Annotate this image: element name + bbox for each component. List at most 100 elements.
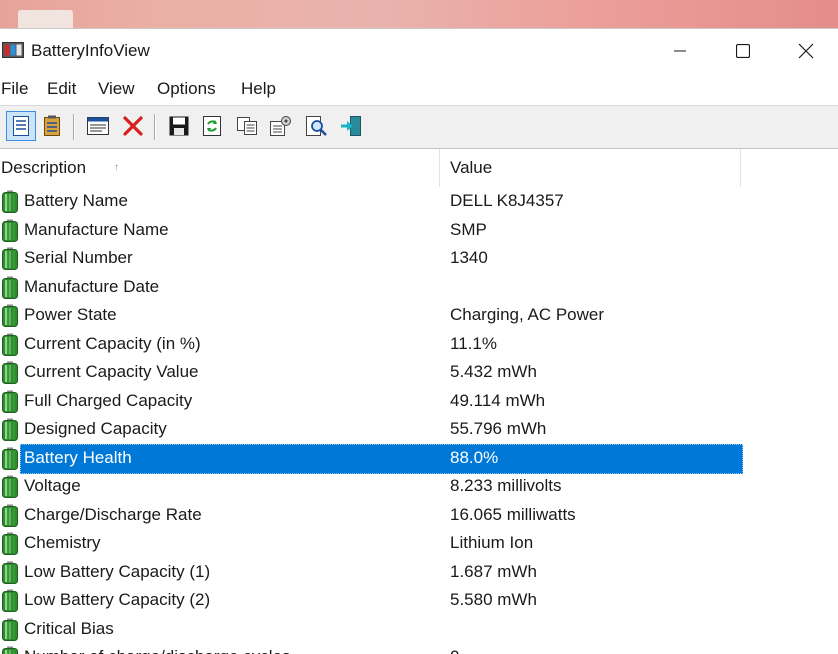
find-button[interactable] bbox=[302, 111, 332, 141]
table-row[interactable]: Power State Charging, AC Power bbox=[0, 301, 838, 330]
battery-info-list[interactable]: Description ↑ Value Battery Name DELL K8J… bbox=[0, 149, 838, 654]
copy-icon bbox=[237, 117, 257, 135]
html-report-button[interactable] bbox=[83, 111, 113, 141]
table-row[interactable]: Charge/Discharge Rate 16.065 milliwatts bbox=[0, 501, 838, 530]
battery-icon bbox=[2, 361, 18, 384]
row-description: Battery Health bbox=[24, 447, 132, 467]
row-description: Critical Bias bbox=[24, 618, 114, 638]
column-header-description-label: Description bbox=[1, 158, 87, 177]
battery-icon bbox=[2, 190, 18, 213]
delete-button[interactable] bbox=[118, 111, 148, 141]
row-description: Serial Number bbox=[24, 248, 133, 267]
row-value: Lithium Ion bbox=[450, 533, 534, 552]
menu-file[interactable]: File bbox=[1, 78, 28, 100]
row-value: 16.065 milliwatts bbox=[450, 504, 576, 524]
exit-icon bbox=[341, 116, 361, 136]
list-rows: Battery Name DELL K8J4357 Manufacture Name… bbox=[0, 187, 838, 654]
title-bar[interactable]: BatteryInfoView bbox=[0, 29, 838, 73]
battery-icon bbox=[2, 532, 18, 555]
table-row[interactable]: Low Battery Capacity (1) 1.687 mWh bbox=[0, 558, 838, 587]
battery-icon bbox=[2, 589, 18, 612]
battery-icon bbox=[2, 333, 18, 356]
row-value: 55.796 mWh bbox=[450, 419, 547, 438]
table-row[interactable]: Battery Name DELL K8J4357 bbox=[0, 187, 838, 216]
column-header-value-label: Value bbox=[450, 158, 493, 177]
row-value: 1.687 mWh bbox=[450, 561, 537, 581]
table-row[interactable]: Battery Health 88.0% bbox=[0, 443, 838, 473]
toolbar-separator bbox=[73, 114, 74, 140]
menu-help[interactable]: Help bbox=[241, 78, 276, 100]
properties-button[interactable] bbox=[266, 111, 296, 141]
minimize-button[interactable] bbox=[648, 29, 712, 73]
row-value: 88.0% bbox=[450, 447, 499, 467]
column-header-description[interactable]: Description ↑ bbox=[1, 149, 440, 187]
battery-icon bbox=[2, 646, 18, 654]
table-row[interactable]: Low Battery Capacity (2) 5.580 mWh bbox=[0, 586, 838, 615]
row-description: Manufacture Name bbox=[24, 219, 169, 239]
minimize-icon bbox=[674, 50, 686, 52]
refresh-button[interactable] bbox=[197, 111, 227, 141]
row-description: Low Battery Capacity (1) bbox=[24, 561, 211, 581]
table-row[interactable]: Current Capacity Value 5.432 mWh bbox=[0, 358, 838, 387]
list-header: Description ↑ Value bbox=[0, 149, 838, 187]
close-button[interactable] bbox=[774, 29, 838, 73]
table-row[interactable]: Manufacture Name SMP bbox=[0, 216, 838, 245]
row-value: DELL K8J4357 bbox=[450, 191, 564, 210]
table-row[interactable]: Number of charge/discharge cycles 0 bbox=[0, 643, 838, 654]
row-description: Charge/Discharge Rate bbox=[24, 504, 202, 524]
row-description: Chemistry bbox=[24, 533, 101, 552]
battery-icon bbox=[2, 390, 18, 413]
refresh-icon bbox=[203, 116, 221, 136]
table-row[interactable]: Critical Bias bbox=[0, 615, 838, 644]
row-value: 1340 bbox=[450, 248, 488, 267]
table-row[interactable]: Designed Capacity 55.796 mWh bbox=[0, 415, 838, 444]
row-description: Voltage bbox=[24, 476, 81, 495]
table-row[interactable]: Serial Number 1340 bbox=[0, 244, 838, 273]
desktop-background bbox=[0, 0, 838, 28]
row-value: 11.1% bbox=[450, 333, 497, 353]
toolbar-separator bbox=[154, 114, 155, 140]
battery-icon bbox=[2, 504, 18, 527]
table-row[interactable]: Voltage 8.233 millivolts bbox=[0, 472, 838, 501]
battery-icon bbox=[2, 219, 18, 242]
row-description: Current Capacity Value bbox=[24, 362, 199, 381]
menu-view[interactable]: View bbox=[98, 78, 135, 100]
row-value: Charging, AC Power bbox=[450, 305, 605, 324]
maximize-button[interactable] bbox=[711, 29, 775, 73]
properties-icon bbox=[270, 116, 291, 136]
battery-icon bbox=[2, 276, 18, 299]
battery-information-view-button[interactable] bbox=[6, 111, 36, 141]
row-value: 5.580 mWh bbox=[450, 590, 537, 609]
table-row[interactable]: Manufacture Date bbox=[0, 273, 838, 302]
battery-icon bbox=[2, 304, 18, 327]
maximize-icon bbox=[736, 44, 750, 58]
menu-options[interactable]: Options bbox=[157, 78, 216, 100]
find-icon bbox=[306, 116, 327, 136]
battery-icon bbox=[2, 561, 18, 584]
row-description: Number of charge/discharge cycles bbox=[24, 646, 290, 654]
exit-button[interactable] bbox=[336, 111, 366, 141]
table-row[interactable]: Chemistry Lithium Ion bbox=[0, 529, 838, 558]
row-description: Designed Capacity bbox=[24, 419, 167, 438]
app-icon bbox=[2, 42, 24, 58]
column-header-value[interactable]: Value bbox=[441, 149, 741, 187]
sort-ascending-icon: ↑ bbox=[114, 162, 119, 173]
battery-log-view-button[interactable] bbox=[37, 111, 67, 141]
table-row[interactable]: Full Charged Capacity 49.114 mWh bbox=[0, 387, 838, 416]
row-value: SMP bbox=[450, 219, 487, 239]
app-window: BatteryInfoView File Edit View Options H… bbox=[0, 28, 838, 654]
html-report-icon bbox=[87, 117, 109, 135]
table-row[interactable]: Current Capacity (in %) 11.1% bbox=[0, 330, 838, 359]
menu-edit[interactable]: Edit bbox=[47, 78, 76, 100]
row-description: Low Battery Capacity (2) bbox=[24, 590, 211, 609]
copy-button[interactable] bbox=[232, 111, 262, 141]
row-value: 49.114 mWh bbox=[450, 390, 546, 410]
battery-icon bbox=[2, 247, 18, 270]
battery-icon bbox=[2, 447, 18, 470]
save-icon bbox=[169, 116, 189, 136]
save-button[interactable] bbox=[164, 111, 194, 141]
delete-icon bbox=[123, 116, 143, 136]
battery-icon bbox=[2, 418, 18, 441]
battery-information-view-icon bbox=[13, 116, 29, 136]
row-description: Manufacture Date bbox=[24, 276, 160, 296]
